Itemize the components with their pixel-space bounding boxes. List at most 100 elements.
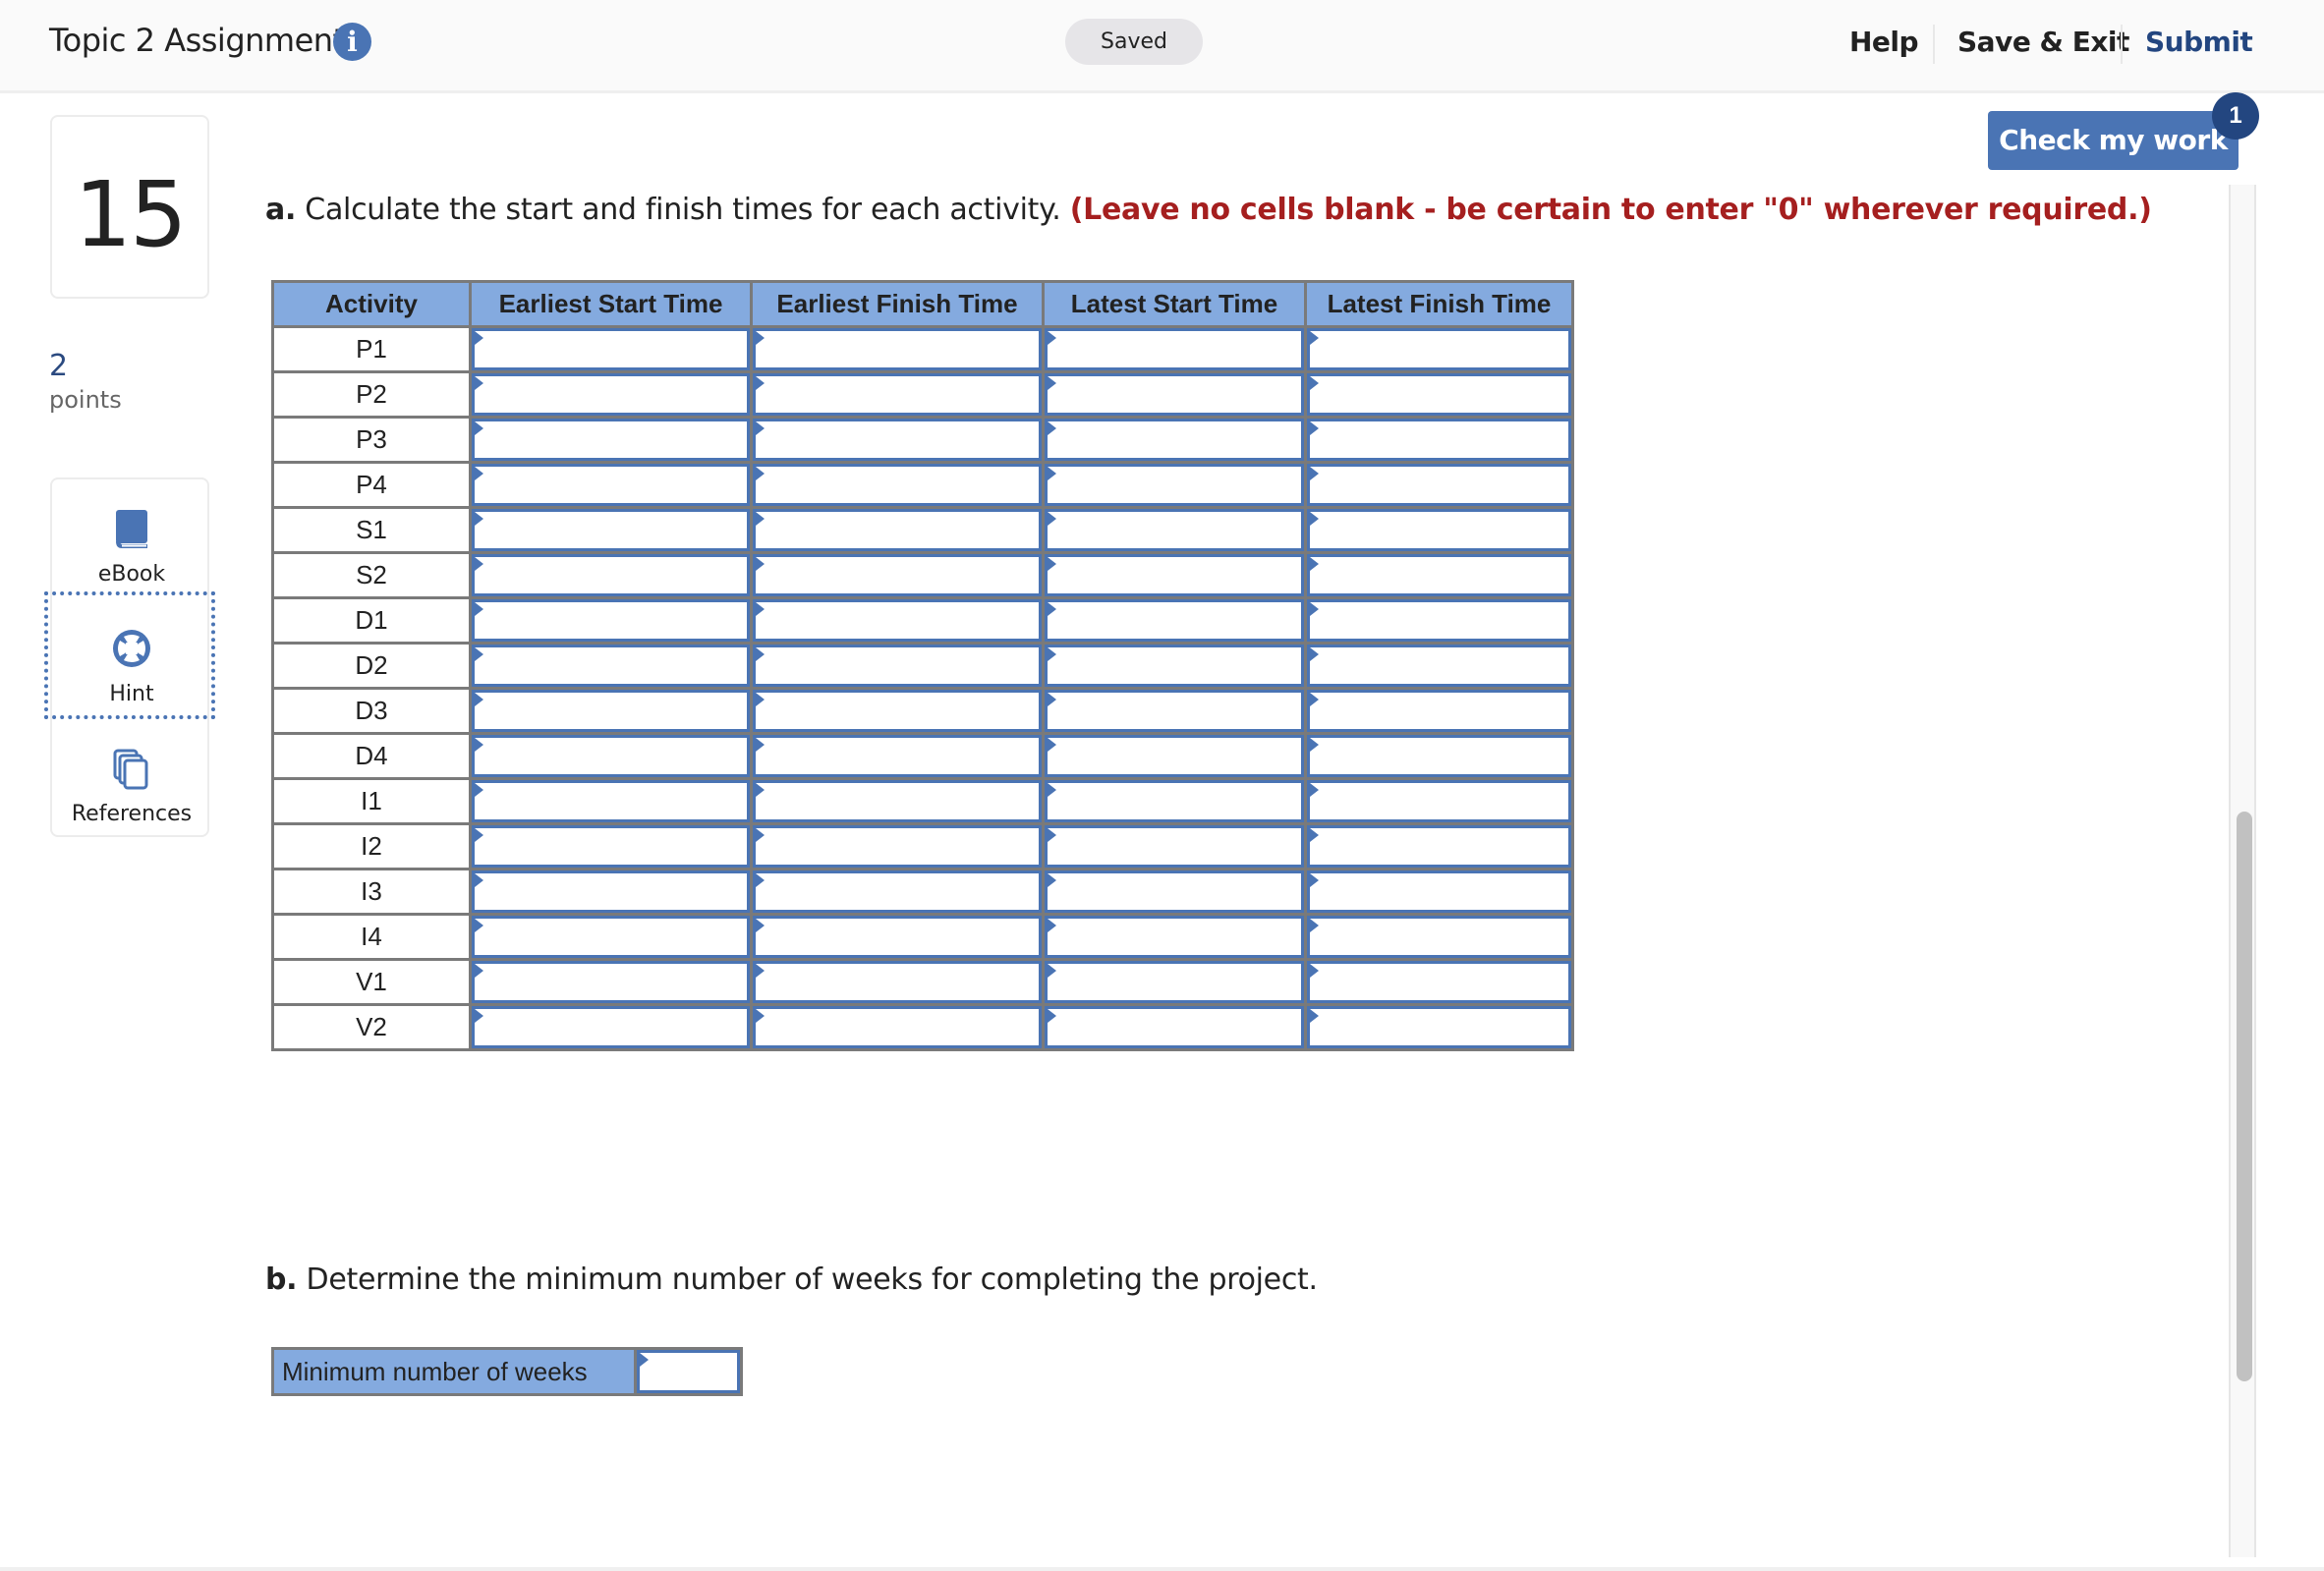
- earliest-finish-cell: [750, 732, 1045, 780]
- earliest-finish-cell: [750, 1003, 1045, 1051]
- earliest-finish-input[interactable]: [753, 464, 1042, 506]
- table-row: D4: [271, 732, 1574, 780]
- latest-start-cell: [1042, 416, 1307, 464]
- latest-start-input[interactable]: [1045, 599, 1304, 642]
- earliest-finish-cell: [750, 325, 1045, 373]
- earliest-start-input[interactable]: [472, 554, 750, 596]
- earliest-finish-input[interactable]: [753, 554, 1042, 596]
- latest-start-input[interactable]: [1045, 419, 1304, 461]
- latest-start-input[interactable]: [1045, 509, 1304, 551]
- latest-start-input[interactable]: [1045, 780, 1304, 822]
- scrollbar-thumb[interactable]: [2237, 812, 2252, 1381]
- header-earliest-finish: Earliest Finish Time: [750, 280, 1045, 328]
- earliest-finish-input[interactable]: [753, 645, 1042, 687]
- latest-start-input[interactable]: [1045, 554, 1304, 596]
- min-weeks-input[interactable]: [637, 1350, 740, 1393]
- earliest-finish-input[interactable]: [753, 1006, 1042, 1048]
- latest-finish-cell: [1304, 416, 1574, 464]
- earliest-start-input[interactable]: [472, 373, 750, 416]
- save-exit-link[interactable]: Save & Exit: [1957, 26, 2129, 58]
- earliest-start-input[interactable]: [472, 916, 750, 958]
- latest-finish-input[interactable]: [1307, 780, 1571, 822]
- latest-start-input[interactable]: [1045, 690, 1304, 732]
- earliest-start-input[interactable]: [472, 961, 750, 1003]
- earliest-start-cell: [469, 913, 753, 961]
- header-activity: Activity: [271, 280, 472, 328]
- earliest-finish-input[interactable]: [753, 328, 1042, 370]
- latest-finish-input[interactable]: [1307, 554, 1571, 596]
- latest-start-cell: [1042, 913, 1307, 961]
- table-row: D3: [271, 687, 1574, 735]
- info-icon[interactable]: i: [333, 23, 371, 61]
- part-a-prompt: a. Calculate the start and finish times …: [265, 193, 2152, 227]
- earliest-start-input[interactable]: [472, 464, 750, 506]
- earliest-start-input[interactable]: [472, 870, 750, 913]
- header-latest-finish: Latest Finish Time: [1304, 280, 1574, 328]
- earliest-start-cell: [469, 551, 753, 599]
- latest-start-input[interactable]: [1045, 645, 1304, 687]
- latest-start-input[interactable]: [1045, 464, 1304, 506]
- latest-finish-input[interactable]: [1307, 599, 1571, 642]
- earliest-finish-input[interactable]: [753, 419, 1042, 461]
- latest-finish-input[interactable]: [1307, 735, 1571, 777]
- earliest-finish-input[interactable]: [753, 916, 1042, 958]
- latest-finish-input[interactable]: [1307, 328, 1571, 370]
- latest-finish-input[interactable]: [1307, 870, 1571, 913]
- latest-start-input[interactable]: [1045, 328, 1304, 370]
- earliest-start-input[interactable]: [472, 419, 750, 461]
- submit-link[interactable]: Submit: [2145, 26, 2253, 58]
- earliest-start-cell: [469, 596, 753, 645]
- latest-finish-input[interactable]: [1307, 961, 1571, 1003]
- latest-start-input[interactable]: [1045, 735, 1304, 777]
- latest-start-input[interactable]: [1045, 916, 1304, 958]
- latest-finish-cell: [1304, 868, 1574, 916]
- latest-finish-input[interactable]: [1307, 916, 1571, 958]
- earliest-start-input[interactable]: [472, 1006, 750, 1048]
- earliest-start-input[interactable]: [472, 599, 750, 642]
- activity-cell: I2: [271, 822, 472, 870]
- earliest-start-input[interactable]: [472, 690, 750, 732]
- latest-start-input[interactable]: [1045, 870, 1304, 913]
- table-row: D2: [271, 642, 1574, 690]
- earliest-start-cell: [469, 461, 753, 509]
- latest-finish-input[interactable]: [1307, 464, 1571, 506]
- earliest-start-input[interactable]: [472, 509, 750, 551]
- earliest-finish-input[interactable]: [753, 961, 1042, 1003]
- earliest-finish-cell: [750, 687, 1045, 735]
- latest-finish-input[interactable]: [1307, 1006, 1571, 1048]
- latest-finish-input[interactable]: [1307, 373, 1571, 416]
- latest-finish-input[interactable]: [1307, 419, 1571, 461]
- references-button[interactable]: References: [52, 739, 211, 857]
- earliest-finish-input[interactable]: [753, 690, 1042, 732]
- table-header-row: Activity Earliest Start Time Earliest Fi…: [271, 280, 1574, 328]
- table-row: P2: [271, 370, 1574, 419]
- latest-finish-cell: [1304, 687, 1574, 735]
- earliest-finish-input[interactable]: [753, 870, 1042, 913]
- latest-finish-input[interactable]: [1307, 645, 1571, 687]
- latest-start-input[interactable]: [1045, 825, 1304, 868]
- check-my-work-button[interactable]: Check my work: [1988, 111, 2239, 170]
- hint-focus-outline: [44, 591, 215, 719]
- earliest-start-input[interactable]: [472, 328, 750, 370]
- latest-finish-input[interactable]: [1307, 509, 1571, 551]
- latest-start-input[interactable]: [1045, 961, 1304, 1003]
- earliest-finish-input[interactable]: [753, 509, 1042, 551]
- earliest-finish-input[interactable]: [753, 373, 1042, 416]
- earliest-finish-input[interactable]: [753, 599, 1042, 642]
- part-b-text: Determine the minimum number of weeks fo…: [306, 1262, 1319, 1297]
- earliest-finish-input[interactable]: [753, 780, 1042, 822]
- latest-finish-cell: [1304, 551, 1574, 599]
- earliest-start-input[interactable]: [472, 645, 750, 687]
- earliest-start-input[interactable]: [472, 825, 750, 868]
- latest-start-input[interactable]: [1045, 1006, 1304, 1048]
- latest-finish-input[interactable]: [1307, 690, 1571, 732]
- earliest-finish-input[interactable]: [753, 825, 1042, 868]
- latest-start-input[interactable]: [1045, 373, 1304, 416]
- earliest-finish-input[interactable]: [753, 735, 1042, 777]
- earliest-start-input[interactable]: [472, 780, 750, 822]
- latest-finish-cell: [1304, 506, 1574, 554]
- latest-finish-input[interactable]: [1307, 825, 1571, 868]
- earliest-start-input[interactable]: [472, 735, 750, 777]
- header-earliest-start: Earliest Start Time: [469, 280, 753, 328]
- help-link[interactable]: Help: [1849, 26, 1919, 58]
